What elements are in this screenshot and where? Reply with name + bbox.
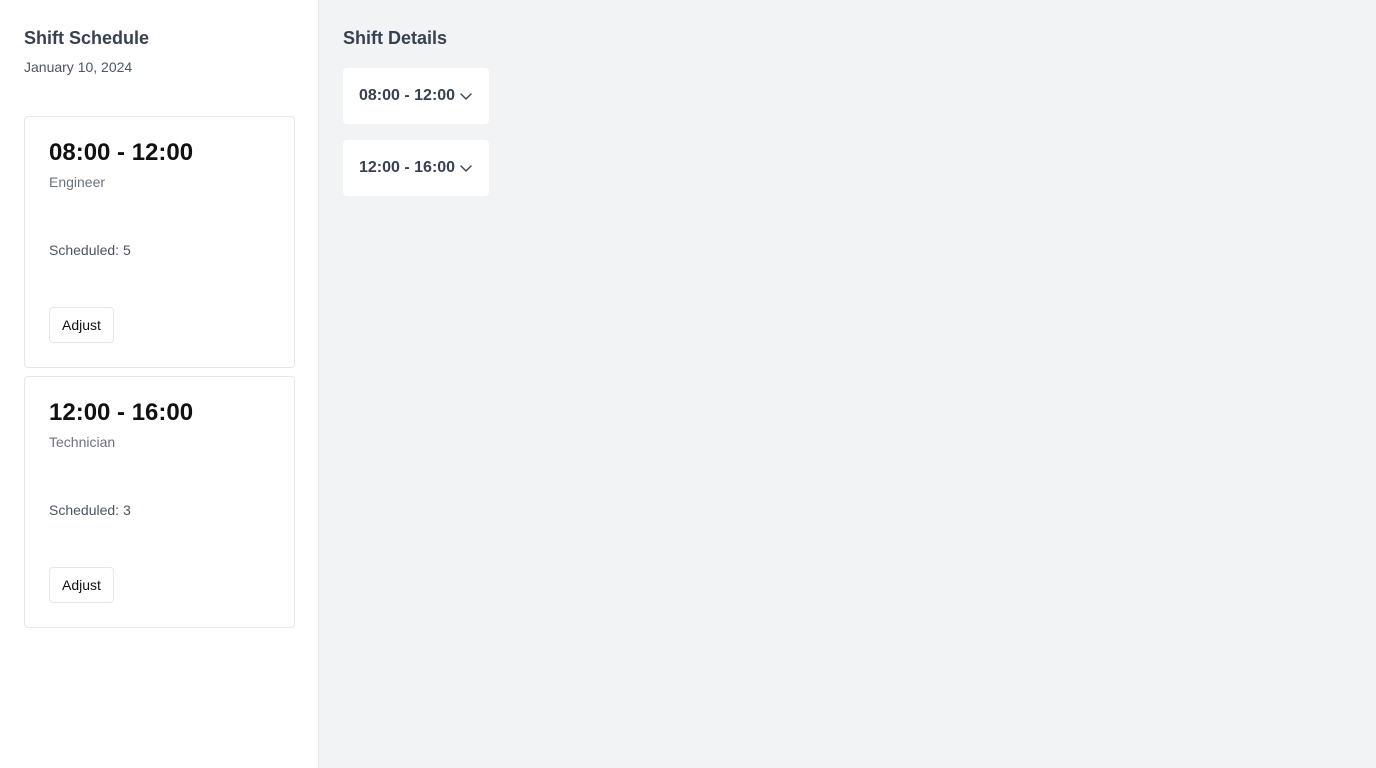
schedule-date: January 10, 2024 (24, 59, 133, 75)
shift-scheduled-count: Scheduled: 5 (49, 242, 131, 258)
shift-detail-toggle[interactable]: 12:00 - 16:00 (343, 140, 490, 196)
shift-list: 08:00 - 12:00 Engineer Scheduled: 5 Adju… (24, 116, 295, 628)
sidebar: Shift Schedule January 10, 2024 08:00 - … (0, 0, 319, 768)
shift-role: Technician (49, 434, 116, 450)
page-title: Shift Details (343, 28, 448, 48)
shift-details-list: 08:00 - 12:00 12:00 - 16:00 (343, 68, 1352, 212)
main-panel: Shift Details 08:00 - 12:00 12:00 - 16:0… (319, 0, 1376, 768)
shift-card: 12:00 - 16:00 Technician Scheduled: 3 Ad… (24, 376, 295, 628)
shift-detail-label: 12:00 - 16:00 (359, 159, 456, 176)
adjust-button[interactable]: Adjust (49, 307, 114, 343)
shift-scheduled-count: Scheduled: 3 (49, 502, 131, 518)
shift-detail-label: 08:00 - 12:00 (359, 87, 456, 104)
shift-card: 08:00 - 12:00 Engineer Scheduled: 5 Adju… (24, 116, 295, 368)
chevron-down-icon (459, 89, 473, 103)
chevron-down-icon (459, 161, 473, 175)
shift-role: Engineer (49, 174, 106, 190)
shift-time: 08:00 - 12:00 (49, 139, 194, 166)
shift-time: 12:00 - 16:00 (49, 399, 194, 426)
sidebar-title: Shift Schedule (24, 28, 150, 48)
shift-detail-toggle[interactable]: 08:00 - 12:00 (343, 68, 490, 124)
app-root: Shift Schedule January 10, 2024 08:00 - … (0, 0, 1376, 768)
adjust-button[interactable]: Adjust (49, 567, 114, 603)
